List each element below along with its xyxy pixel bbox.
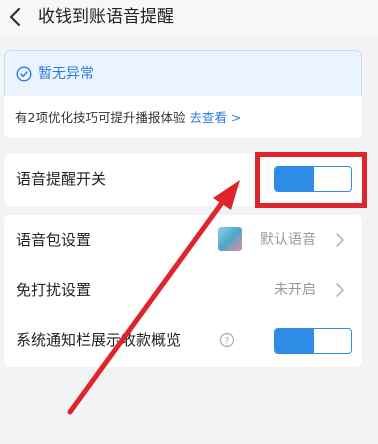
settings-card: 语音包设置 默认语音 免打扰设置 未开启 系统通知栏展示收款概览 ? [4,215,362,367]
highlight-box [255,152,367,208]
page-title: 收钱到账语音提醒 [38,7,174,27]
back-arrow-icon[interactable] [6,5,26,29]
tip-message: 有2项优化技巧可提升播报体验 [15,110,186,125]
do-not-disturb-value: 未开启 [274,282,316,298]
do-not-disturb-label: 免打扰设置 [16,281,92,299]
chevron-right-icon [336,233,344,247]
do-not-disturb-row[interactable]: 免打扰设置 未开启 [4,265,362,315]
status-text: 暂无异常 [38,66,94,82]
toggle-on-segment [275,329,314,353]
voice-pack-label: 语音包设置 [16,231,92,249]
top-bar: 收钱到账语音提醒 [0,0,378,38]
voice-pack-row[interactable]: 语音包设置 默认语音 [4,215,362,265]
voice-pack-thumbnail [218,227,242,251]
svg-text:?: ? [225,337,230,347]
status-banner: 暂无异常 [4,50,362,96]
tip-row: 有2项优化技巧可提升播报体验 去查看 > [4,96,362,138]
notification-overview-toggle[interactable] [274,328,352,354]
voice-pack-value: 默认语音 [260,232,316,248]
view-tips-link[interactable]: 去查看 > [189,110,241,125]
tip-text: 有2项优化技巧可提升播报体验 去查看 > [15,109,241,127]
voice-reminder-label: 语音提醒开关 [16,170,107,188]
status-notice-card: 暂无异常 有2项优化技巧可提升播报体验 去查看 > [4,50,362,138]
notification-overview-label: 系统通知栏展示收款概览 [16,331,182,349]
chevron-right-icon [336,283,344,297]
notification-overview-row: 系统通知栏展示收款概览 ? [4,315,362,365]
help-icon[interactable]: ? [219,332,235,348]
check-circle-icon [16,66,32,82]
